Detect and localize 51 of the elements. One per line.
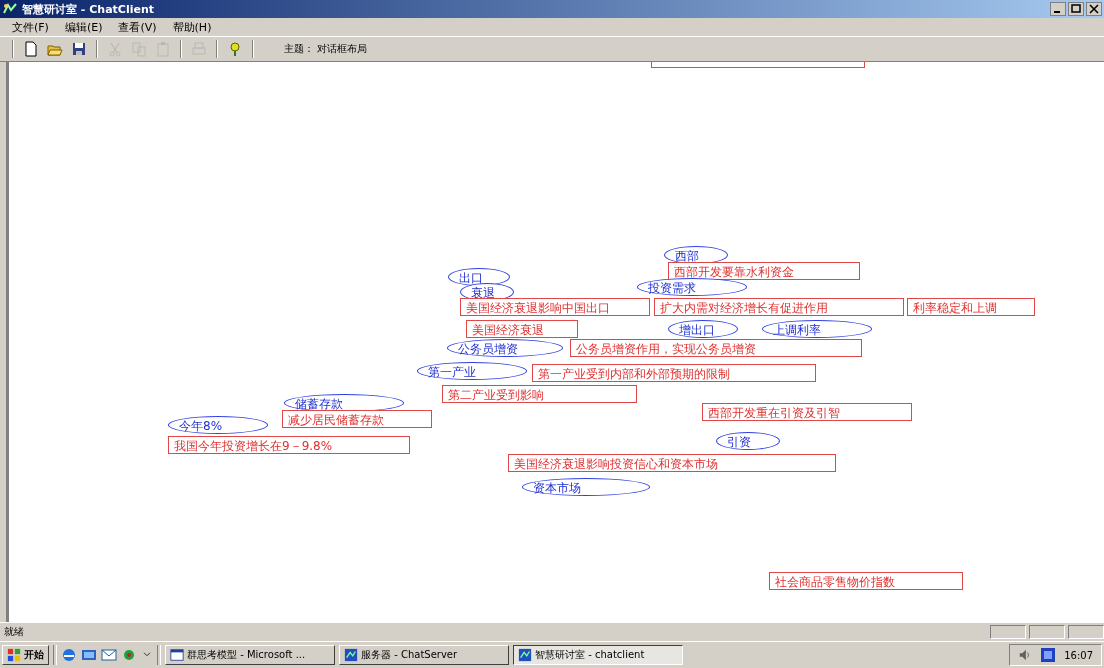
topic-box[interactable]: 减少居民储蓄存款 [282,410,432,428]
topic-box[interactable]: 我国今年投资增长在9－9.8% [168,436,410,454]
windows-flag-icon [7,648,21,662]
topic-box[interactable]: 第二产业受到影响 [442,385,637,403]
program-icon[interactable] [121,647,137,663]
keyword-ellipse[interactable]: 公务员增资 [447,339,563,357]
topic-box[interactable]: 美国经济衰退 [466,320,578,338]
keyword-ellipse[interactable]: 出口 [448,268,510,286]
taskbar-button[interactable]: 群思考模型 - Microsoft ... [165,645,335,665]
status-pane [1029,625,1065,639]
topic-box[interactable]: 第一产业受到内部和外部预期的限制 [532,364,816,382]
chart-window-icon [344,648,358,662]
menu-item[interactable]: 编辑(E) [58,18,109,36]
input-method-icon[interactable] [1040,647,1057,663]
topic-box[interactable]: 社会商品零售物价指数 [769,572,963,590]
desktop-icon[interactable] [81,647,97,663]
start-button[interactable]: 开始 [2,645,49,665]
window-title: 智慧研讨室 - ChatClient [22,1,155,17]
keyword-ellipse[interactable]: 增出口 [668,320,738,338]
keyword-ellipse[interactable]: 上调利率 [762,320,872,338]
topic-label: 主题： 对话框布局 [284,42,368,56]
maximize-icon[interactable] [1068,2,1084,16]
keyword-ellipse[interactable]: 西部 [664,246,728,264]
topic-box[interactable]: 美国经济衰退影响投资信心和资本市场 [508,454,836,472]
menu-item[interactable]: 文件(F) [6,18,55,36]
keyword-ellipse[interactable]: 资本市场 [522,478,650,496]
document-window-icon [170,648,184,662]
taskbar-button[interactable]: 智慧研讨室 - chatclient [513,645,683,665]
keyword-ellipse[interactable]: 投资需求 [637,278,747,296]
keyword-ellipse[interactable]: 今年8% [168,416,268,434]
taskbar-button[interactable]: 服务器 - ChatServer [339,645,509,665]
status-pane [990,625,1026,639]
status-text: 就绪 [4,625,25,639]
mail-icon[interactable] [101,647,117,663]
keyword-ellipse[interactable]: 引资 [716,432,780,450]
new-file-icon[interactable] [23,41,39,57]
status-pane [1068,625,1104,639]
keyword-ellipse[interactable]: 第一产业 [417,362,527,380]
close-icon[interactable] [1086,2,1102,16]
topic-box[interactable]: 公务员增资作用，实现公务员增资 [570,339,862,357]
topic-box[interactable]: 利率稳定和上调 [907,298,1035,316]
topic-box[interactable]: 扩大内需对经济增长有促进作用 [654,298,904,316]
lightbulb-icon[interactable] [227,41,243,57]
topic-box[interactable]: 西部开发要靠水利资金 [668,262,860,280]
chart-window-icon [518,648,532,662]
topic-box[interactable]: 西部开发重在引资及引智 [702,403,912,421]
clock-time: 16:07 [1064,649,1093,661]
topic-box[interactable]: 美国经济衰退影响中国出口 [460,298,650,316]
menu-item[interactable]: 帮助(H) [166,18,218,36]
menu-item[interactable]: 查看(V) [112,18,163,36]
minimize-icon[interactable] [1050,2,1066,16]
